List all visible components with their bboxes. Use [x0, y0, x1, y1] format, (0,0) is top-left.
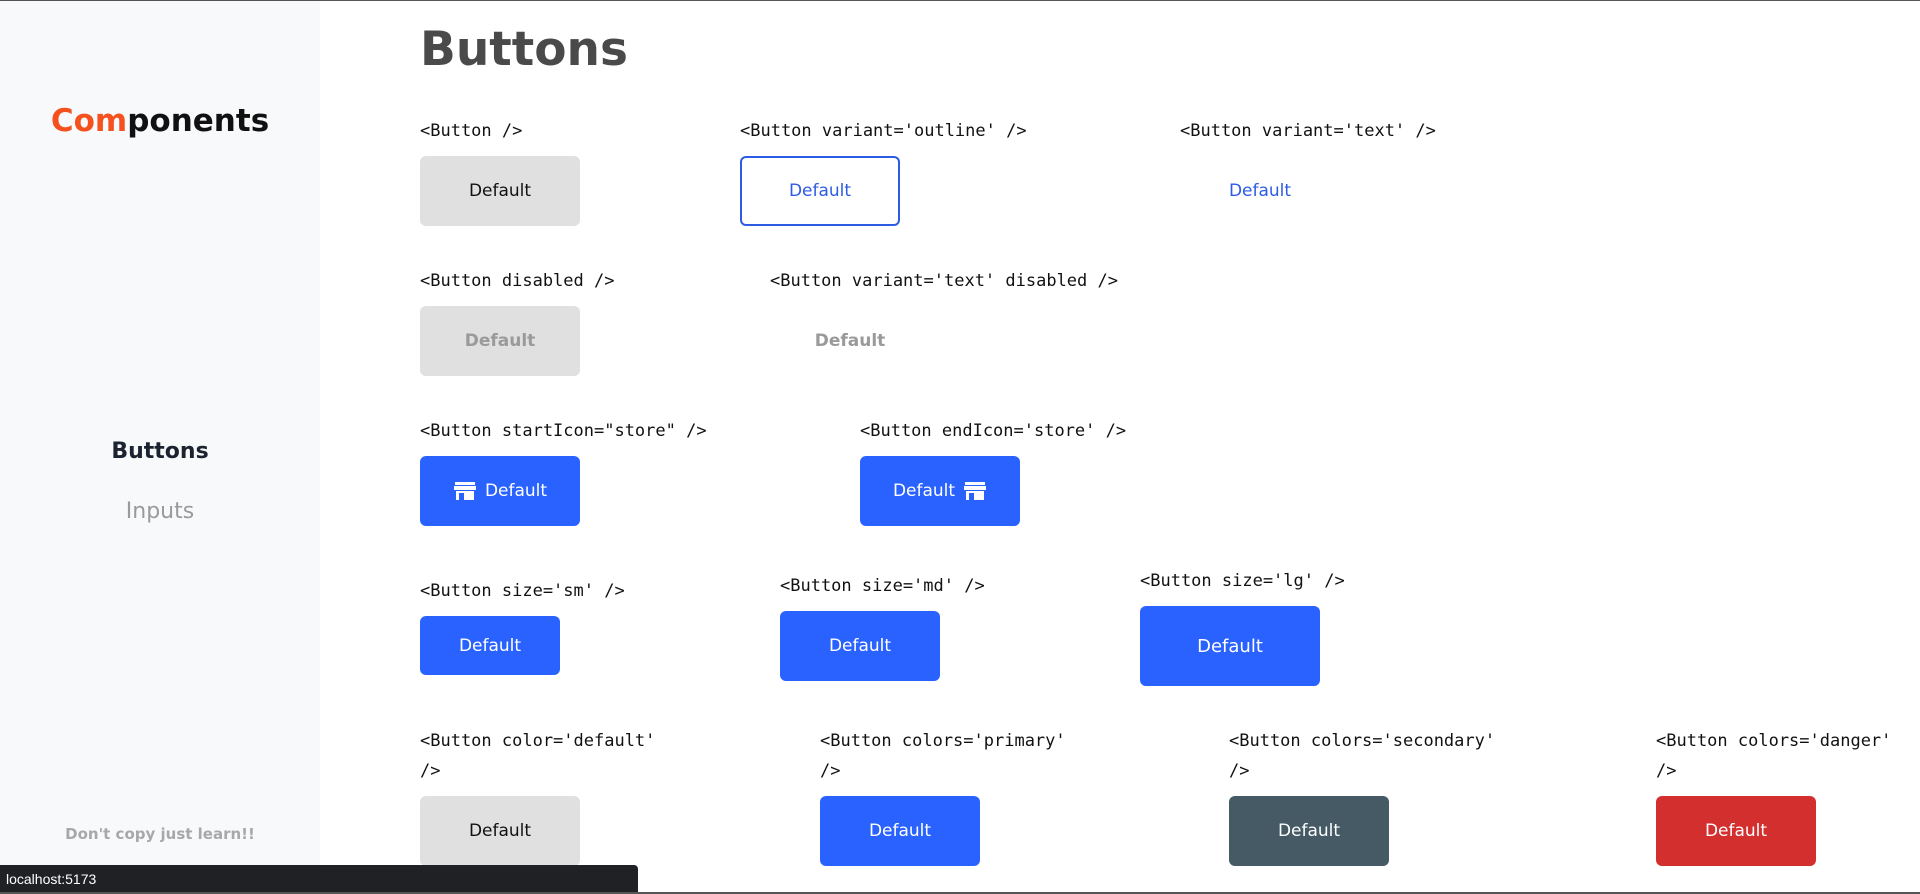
code-end-icon: <Button endIcon='store' /> [860, 421, 1127, 441]
code-disabled: <Button disabled /> [420, 271, 615, 291]
code-color-danger: <Button colors='danger' /> [1656, 731, 1892, 781]
code-color-default: <Button color='default' /> [420, 731, 656, 781]
sidebar-footnote: Don't copy just learn!! [65, 825, 255, 843]
sidebar: Components Buttons Inputs Don't copy jus… [0, 1, 320, 894]
disabled-button: Default [420, 306, 580, 376]
browser-status-bar: localhost:5173 [0, 865, 638, 894]
logo-rest: ponents [127, 103, 270, 139]
code-basic: <Button /> [420, 121, 523, 141]
code-text: <Button variant='text' /> [1180, 121, 1436, 141]
text-button[interactable]: Default [1180, 156, 1340, 226]
color-danger-button[interactable]: Default [1656, 796, 1816, 866]
code-start-icon: <Button startIcon="store" /> [420, 421, 707, 441]
code-size-lg: <Button size='lg' /> [1140, 571, 1345, 591]
code-text-disabled: <Button variant='text' disabled /> [770, 271, 1118, 291]
text-disabled-button: Default [770, 306, 930, 376]
start-icon-button-label: Default [484, 481, 548, 501]
color-secondary-button[interactable]: Default [1229, 796, 1389, 866]
page-title: Buttons [420, 22, 628, 77]
outline-button[interactable]: Default [740, 156, 900, 226]
code-size-md: <Button size='md' /> [780, 576, 985, 596]
color-primary-button[interactable]: Default [820, 796, 980, 866]
end-icon-button[interactable]: Default [860, 456, 1020, 526]
size-lg-button[interactable]: Default [1140, 606, 1320, 686]
code-color-secondary: <Button colors='secondary' /> [1229, 731, 1496, 781]
sidebar-item-buttons[interactable]: Buttons [0, 439, 320, 464]
store-icon [964, 482, 987, 500]
sidebar-item-inputs[interactable]: Inputs [0, 499, 320, 524]
app-logo[interactable]: Components [0, 103, 320, 139]
logo-accent: Com [50, 103, 128, 139]
size-md-button[interactable]: Default [780, 611, 940, 681]
code-color-primary: <Button colors='primary' /> [820, 731, 1066, 781]
size-sm-button[interactable]: Default [420, 616, 560, 675]
start-icon-button[interactable]: Default [420, 456, 580, 526]
end-icon-button-label: Default [892, 481, 956, 501]
default-button[interactable]: Default [420, 156, 580, 226]
code-outline: <Button variant='outline' /> [740, 121, 1027, 141]
color-default-button[interactable]: Default [420, 796, 580, 866]
store-icon [453, 482, 476, 500]
code-size-sm: <Button size='sm' /> [420, 581, 625, 601]
